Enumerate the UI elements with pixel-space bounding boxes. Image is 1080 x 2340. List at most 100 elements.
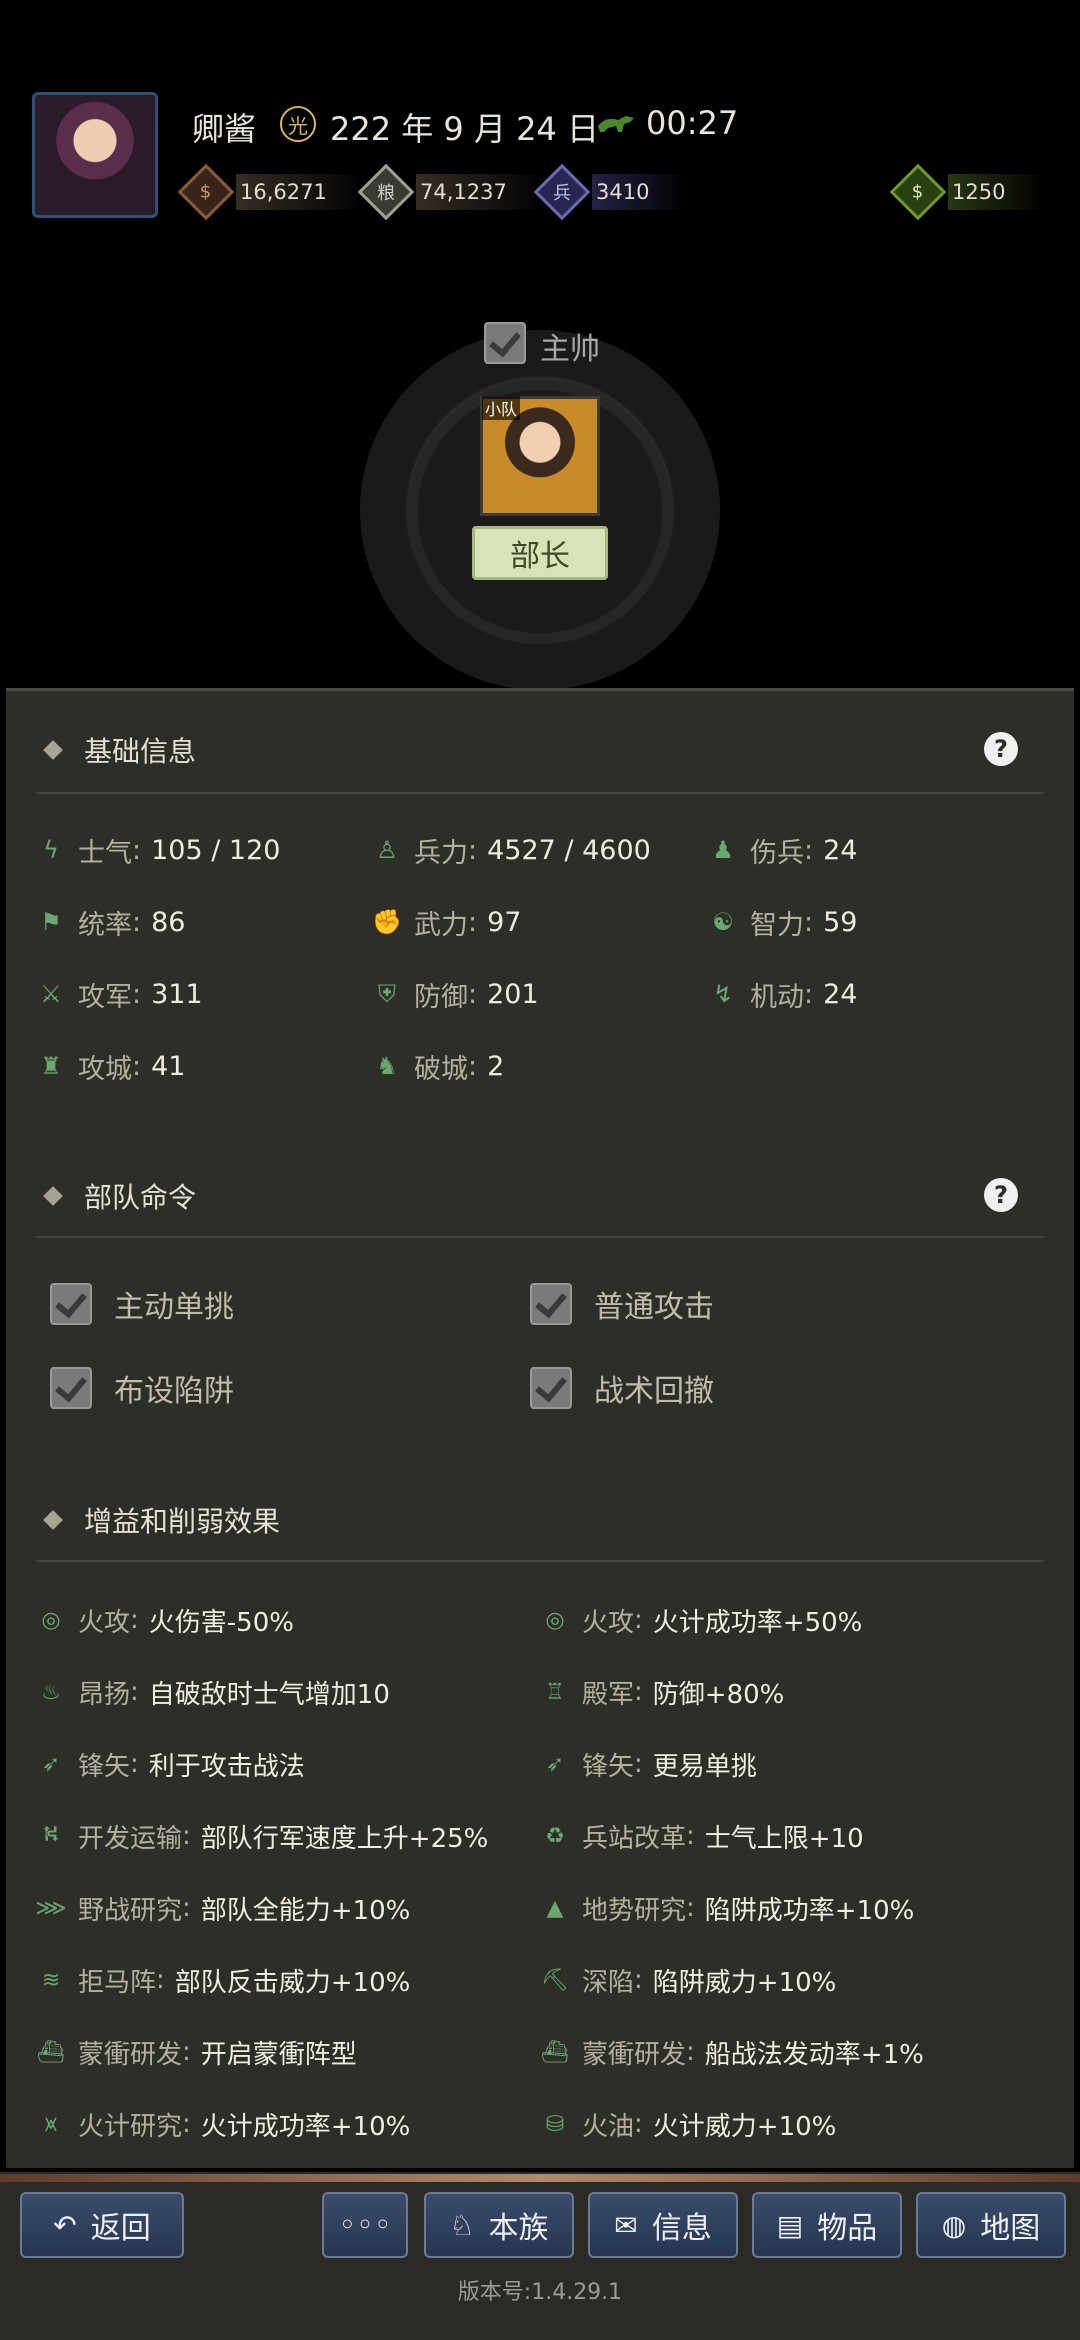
effect-item: ⛁ 火油: 火计威力+10% [540, 2104, 837, 2144]
drum-icon: ♨ [41, 1679, 61, 1705]
stat-attack: ⚔ 攻军: 311 [36, 974, 202, 1014]
checkbox[interactable] [50, 1367, 92, 1409]
effect-item: ▲ 地势研究: 陷阱成功率+10% [540, 1888, 915, 1928]
role-button[interactable]: 部长 [472, 526, 608, 580]
effect-value: 部队全能力+10% [200, 1895, 411, 1926]
morale-icon: ϟ [43, 836, 59, 864]
effect-separator: : [686, 1821, 695, 1851]
divider [36, 792, 1044, 794]
checkbox[interactable] [50, 1283, 92, 1325]
order-tactical-retreat[interactable]: 战术回撤 [530, 1366, 714, 1410]
arrow-volley-icon: ➶ [545, 1751, 565, 1777]
effect-separator: : [182, 1893, 191, 1923]
more-dots-icon: ◦◦◦ [338, 2207, 392, 2243]
effect-label: 野战研究 [78, 1895, 183, 1926]
game-time: 00:27 [646, 104, 739, 142]
effect-item: ◎ 火攻: 火伤害-50% [36, 1600, 294, 1640]
stat-strength: ✊ 武力: 97 [372, 906, 522, 941]
effect-label: 火攻 [78, 1607, 131, 1638]
info-button[interactable]: ✉ 信息 [588, 2192, 738, 2258]
stat-wounded: ♟ 伤兵: 24 [708, 830, 857, 870]
effect-separator: : [130, 1605, 139, 1635]
spike-barrier-icon: ≋ [41, 1967, 61, 1993]
map-button[interactable]: ◍ 地图 [916, 2192, 1066, 2258]
effect-value: 部队反击威力+10% [174, 1967, 411, 1998]
effect-label: 锋矢 [582, 1751, 635, 1782]
effect-item: ➶ 锋矢: 利于攻击战法 [36, 1744, 305, 1784]
order-normal-attack[interactable]: 普通攻击 [530, 1282, 714, 1326]
stat-troops: ♙ 兵力: 4527 / 4600 [372, 830, 651, 870]
effect-label: 火计研究 [78, 2111, 183, 2142]
effect-label: 蒙衝研发 [78, 2039, 183, 2070]
effect-separator: : [634, 2109, 643, 2139]
effect-label: 火油 [582, 2111, 635, 2142]
game-date: 222 年 9 月 24 日 [330, 110, 600, 148]
effect-value: 部队行军速度上升+25% [200, 1823, 489, 1854]
commander-label: 主帅 [540, 332, 600, 367]
horse-clock-icon [598, 116, 634, 132]
fire-ring-icon: ◎ [41, 1607, 61, 1633]
clan-button[interactable]: ♘ 本族 [424, 2192, 574, 2258]
unit-orders-help-icon[interactable]: ? [984, 1178, 1018, 1212]
order-set-trap[interactable]: 布设陷阱 [50, 1366, 234, 1410]
effect-separator: : [686, 2037, 695, 2067]
checkbox[interactable] [530, 1367, 572, 1409]
items-button[interactable]: ▤ 物品 [752, 2192, 902, 2258]
effect-item: ⛴ 蒙衝研发: 开启蒙衝阵型 [36, 2032, 357, 2072]
diamond-bullet-icon [43, 1186, 63, 1206]
coin-bag-icon: $ [177, 163, 235, 221]
checkbox[interactable] [530, 1283, 572, 1325]
grain-icon: 粮 [357, 163, 415, 221]
effect-value: 陷阱成功率+10% [704, 1895, 915, 1926]
back-button[interactable]: ↶ 返回 [20, 2192, 184, 2258]
effect-value: 火计成功率+10% [200, 2111, 411, 2142]
effect-label: 蒙衝研发 [582, 2039, 687, 2070]
effect-value: 火伤害-50% [148, 1607, 294, 1638]
effect-separator: : [634, 1965, 643, 1995]
effect-separator: : [156, 1965, 165, 1995]
resource-gold[interactable]: $ 16,6271 [177, 163, 367, 221]
effects-header: 增益和削弱效果 [43, 1500, 280, 1540]
more-button[interactable]: ◦◦◦ [322, 2192, 408, 2258]
siege-tower-icon: ♜ [40, 1052, 62, 1080]
resource-money-pouch[interactable]: $ 1250 [889, 163, 1046, 221]
version-label: 版本号:1.4.29.1 [457, 2280, 623, 2305]
effect-label: 地势研究 [582, 1895, 687, 1926]
effect-item: ⛕ 开发运输: 部队行军速度上升+25% [36, 1816, 489, 1856]
crossed-swords-icon: ⚔ [40, 980, 62, 1008]
commander-checkbox[interactable] [484, 322, 526, 364]
effect-item: ➶ 锋矢: 更易单挑 [540, 1744, 757, 1784]
calendar-seal-icon: 光 [280, 106, 316, 142]
effect-separator: : [686, 1893, 695, 1923]
mobility-icon: ↯ [712, 980, 734, 1008]
effect-value: 士气上限+10 [704, 1823, 864, 1854]
basic-info-help-icon[interactable]: ? [984, 732, 1018, 766]
items-box-icon: ▤ [776, 2208, 804, 2242]
player-avatar[interactable] [32, 92, 158, 218]
unit-orders-header: 部队命令 [43, 1176, 196, 1216]
effect-value: 更易单挑 [652, 1751, 757, 1782]
effect-item: ⋙ 野战研究: 部队全能力+10% [35, 1888, 411, 1928]
effect-label: 深陷 [582, 1967, 635, 1998]
shield-soldier-icon: ⛨ [378, 980, 396, 1008]
effect-label: 兵站改革 [582, 1823, 687, 1854]
rearguard-icon: ♖ [545, 1679, 565, 1705]
resource-soldiers[interactable]: 兵 3410 [533, 163, 690, 221]
effect-value: 防御+80% [652, 1679, 785, 1710]
effect-separator: : [182, 2109, 191, 2139]
stat-mobility: ↯ 机动: 24 [708, 974, 858, 1014]
effect-value: 火计威力+10% [652, 2111, 837, 2142]
effect-value: 陷阱威力+10% [652, 1967, 837, 1998]
soldier-icon: 兵 [533, 163, 591, 221]
effect-label: 锋矢 [78, 1751, 131, 1782]
effect-separator: : [130, 1677, 139, 1707]
stat-intelligence: ☯ 智力: 59 [708, 902, 857, 942]
pit-trap-icon: ⛏ [541, 1967, 569, 1993]
fire-research-icon: ⩙ [44, 2111, 58, 2137]
divider [36, 1560, 1044, 1562]
diamond-bullet-icon [43, 1510, 63, 1530]
order-duel[interactable]: 主动单挑 [50, 1282, 234, 1326]
resource-food[interactable]: 粮 74,1237 [357, 163, 547, 221]
player-name: 卿酱 [192, 110, 257, 148]
effect-separator: : [130, 1749, 139, 1779]
